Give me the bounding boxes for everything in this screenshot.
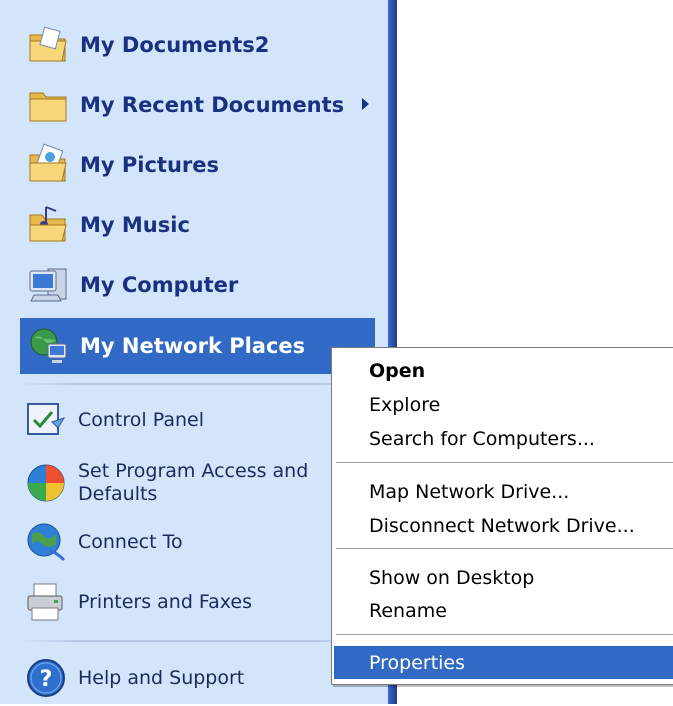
folder-icon	[29, 92, 67, 122]
context-item-disconnect-network-drive[interactable]: Disconnect Network Drive...	[334, 509, 673, 542]
menu-item-label: Set Program Access and Defaults	[78, 460, 309, 505]
context-item-properties[interactable]: Properties	[334, 646, 673, 679]
menu-item-connect-to[interactable]: Connect To	[20, 514, 375, 570]
menu-item-label: Help and Support	[78, 666, 245, 689]
context-separator	[336, 634, 673, 638]
context-item-search-for-computers[interactable]: Search for Computers...	[334, 422, 673, 455]
my-music-icon	[29, 206, 67, 242]
context-item-map-network-drive[interactable]: Map Network Drive...	[334, 475, 673, 508]
menu-item-label: Connect To	[78, 530, 183, 553]
printer-icon	[27, 583, 63, 621]
menu-item-label: Printers and Faxes	[78, 590, 253, 613]
my-computer-icon	[29, 268, 67, 302]
svg-text:?: ?	[40, 667, 53, 692]
menu-item-my-network-places[interactable]: My Network Places	[20, 318, 375, 374]
menu-item-label: My Music	[80, 213, 190, 237]
connect-to-icon	[27, 523, 66, 562]
start-menu-right-pane: My Documents2 My Recent Documents My Pic…	[0, 0, 388, 704]
menu-item-label: My Documents2	[80, 33, 270, 57]
separator	[20, 383, 375, 385]
help-icon: ?	[27, 659, 65, 697]
menu-item-printers-and-faxes[interactable]: Printers and Faxes	[20, 574, 375, 630]
submenu-arrow-icon	[362, 98, 369, 110]
menu-item-my-pictures[interactable]: My Pictures	[20, 137, 375, 193]
program-access-icon	[27, 464, 65, 502]
menu-item-help-and-support[interactable]: ? Help and Support	[20, 650, 375, 706]
context-menu: Open Explore Search for Computers... Map…	[331, 347, 673, 685]
menu-item-label: Control Panel	[78, 408, 204, 431]
control-panel-icon	[27, 403, 66, 435]
network-places-icon	[30, 328, 67, 363]
context-separator	[336, 548, 673, 552]
menu-item-set-program-access[interactable]: Set Program Access and Defaults	[20, 455, 375, 511]
my-documents-icon	[29, 26, 67, 62]
menu-item-my-recent-documents[interactable]: My Recent Documents	[20, 77, 375, 133]
menu-item-label: My Recent Documents	[80, 93, 345, 117]
separator	[20, 640, 375, 642]
context-item-show-on-desktop[interactable]: Show on Desktop	[334, 561, 673, 594]
menu-item-label: My Pictures	[80, 153, 220, 177]
context-item-open[interactable]: Open	[334, 354, 673, 387]
menu-item-label: My Computer	[80, 273, 239, 297]
context-item-explore[interactable]: Explore	[334, 388, 673, 421]
menu-item-my-music[interactable]: My Music	[20, 197, 375, 253]
context-item-rename[interactable]: Rename	[334, 594, 673, 627]
menu-item-label: My Network Places	[80, 334, 306, 358]
my-pictures-icon	[29, 143, 67, 182]
menu-item-my-computer[interactable]: My Computer	[20, 257, 375, 313]
menu-item-my-documents[interactable]: My Documents2	[20, 17, 375, 73]
menu-item-control-panel[interactable]: Control Panel	[20, 392, 375, 448]
context-separator	[336, 462, 673, 466]
